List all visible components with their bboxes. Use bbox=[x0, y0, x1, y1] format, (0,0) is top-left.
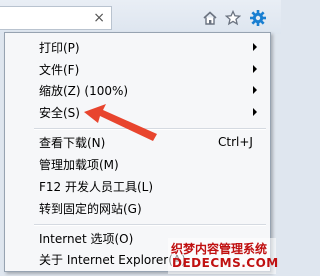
menu-item-shortcut: Ctrl+J bbox=[218, 135, 253, 149]
submenu-arrow-icon bbox=[253, 86, 257, 94]
address-bar[interactable]: × bbox=[0, 6, 112, 30]
menu-item-label: 管理加载项(M) bbox=[39, 157, 119, 172]
menu-item-print[interactable]: 打印(P) bbox=[8, 36, 267, 58]
menu-separator bbox=[34, 224, 266, 226]
home-icon[interactable] bbox=[201, 9, 219, 27]
menu-item-label: F12 开发人员工具(L) bbox=[39, 179, 154, 194]
menu-item-zoom[interactable]: 缩放(Z) (100%) bbox=[8, 79, 267, 101]
watermark: 织梦内容管理系统 DEDECMS.COM bbox=[168, 238, 279, 274]
menu-separator bbox=[34, 128, 266, 130]
browser-toolbar: × bbox=[0, 0, 281, 34]
submenu-arrow-icon bbox=[253, 65, 257, 73]
menu-item-label: 打印(P) bbox=[39, 40, 80, 55]
menu-item-label: 关于 Internet Explorer(A) bbox=[39, 252, 186, 267]
menu-item-safety[interactable]: 安全(S) bbox=[8, 101, 267, 123]
menu-item-file[interactable]: 文件(F) bbox=[8, 58, 267, 80]
menu-item-label: 文件(F) bbox=[39, 62, 80, 77]
tools-menu: 打印(P) 文件(F) 缩放(Z) (100%) 安全(S) 查看下载(N) C… bbox=[4, 32, 271, 272]
menu-item-pinned-sites[interactable]: 转到固定的网站(G) bbox=[8, 197, 267, 219]
favorites-star-icon[interactable] bbox=[224, 9, 242, 27]
menu-item-label: 转到固定的网站(G) bbox=[39, 201, 142, 216]
submenu-arrow-icon bbox=[253, 108, 257, 116]
menu-item-label: 查看下载(N) bbox=[39, 135, 106, 150]
menu-item-label: 安全(S) bbox=[39, 105, 80, 120]
tools-gear-icon[interactable] bbox=[249, 9, 267, 27]
menu-item-label: 缩放(Z) (100%) bbox=[39, 83, 129, 98]
menu-item-f12-dev-tools[interactable]: F12 开发人员工具(L) bbox=[8, 175, 267, 197]
menu-item-label: Internet 选项(O) bbox=[39, 231, 134, 246]
submenu-arrow-icon bbox=[253, 43, 257, 51]
watermark-line2: DEDECMS.COM bbox=[172, 256, 279, 270]
address-close-icon[interactable]: × bbox=[93, 9, 105, 27]
watermark-line1: 织梦内容管理系统 bbox=[171, 242, 268, 256]
menu-item-manage-addons[interactable]: 管理加载项(M) bbox=[8, 153, 267, 175]
menu-item-view-downloads[interactable]: 查看下载(N) Ctrl+J bbox=[8, 131, 267, 153]
